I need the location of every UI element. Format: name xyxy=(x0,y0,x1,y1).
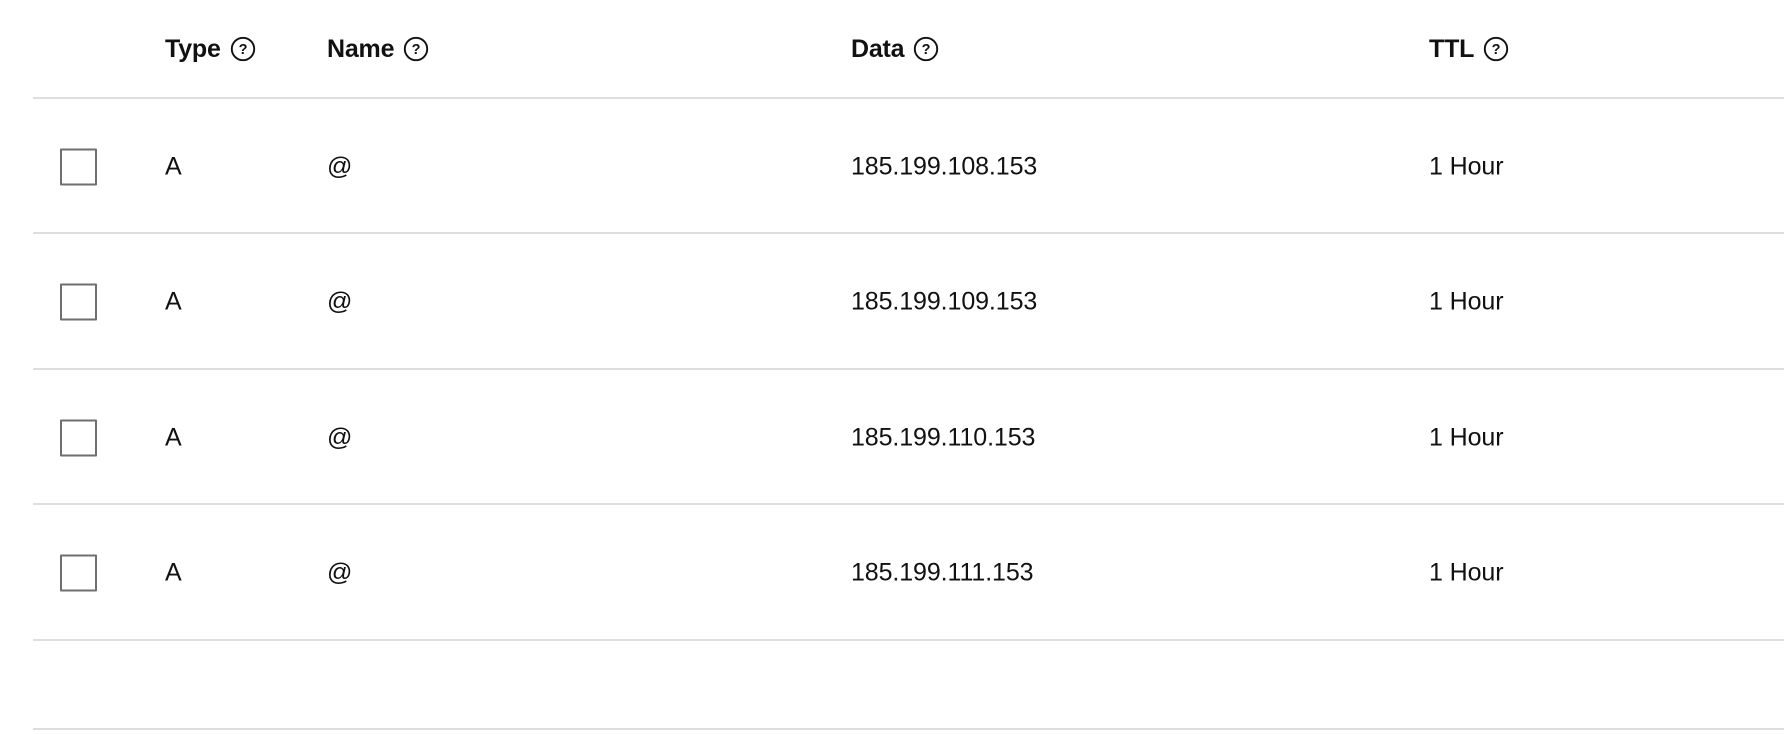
cell-type: A xyxy=(165,287,182,315)
cell-name: @ xyxy=(327,287,353,315)
cell-data: 185.199.109.153 xyxy=(851,287,1038,315)
table-header-row: Type ? Name ? Data ? TTL ? xyxy=(0,0,1784,98)
column-header-name[interactable]: Name ? xyxy=(327,36,429,62)
table-row[interactable]: A @ 185.199.111.153 1 Hour xyxy=(0,505,1784,640)
svg-text:?: ? xyxy=(238,42,247,58)
svg-text:?: ? xyxy=(412,42,421,58)
column-header-data-label: Data xyxy=(851,34,905,63)
table-header: Type ? Name ? Data ? TTL ? xyxy=(0,0,1784,98)
row-select-checkbox-cell[interactable] xyxy=(60,148,97,185)
table-row[interactable]: A @ 185.199.109.153 1 Hour xyxy=(0,234,1784,369)
table-bottom-divider xyxy=(33,728,1784,730)
cell-type: A xyxy=(165,423,182,451)
row-select-checkbox[interactable] xyxy=(60,148,97,185)
svg-text:?: ? xyxy=(1492,42,1501,58)
cell-name: @ xyxy=(327,558,353,586)
cell-name: @ xyxy=(327,152,353,180)
help-circle-icon-ttl[interactable]: ? xyxy=(1483,36,1509,62)
table-row[interactable]: A @ 185.199.110.153 1 Hour xyxy=(0,370,1784,505)
row-select-checkbox[interactable] xyxy=(60,554,97,591)
row-select-checkbox[interactable] xyxy=(60,419,97,456)
help-circle-icon-type[interactable]: ? xyxy=(230,36,256,62)
cell-ttl: 1 Hour xyxy=(1429,152,1504,180)
help-circle-icon-name[interactable]: ? xyxy=(403,36,429,62)
cell-data: 185.199.111.153 xyxy=(851,558,1034,586)
column-header-type-label: Type xyxy=(165,34,221,63)
cell-data: 185.199.108.153 xyxy=(851,152,1038,180)
column-header-data[interactable]: Data ? xyxy=(851,36,939,62)
row-divider xyxy=(33,639,1784,641)
cell-ttl: 1 Hour xyxy=(1429,423,1504,451)
cell-name: @ xyxy=(327,423,353,451)
cell-ttl: 1 Hour xyxy=(1429,558,1504,586)
dns-records-table: Type ? Name ? Data ? TTL ? A @ 185.199.1… xyxy=(0,0,1784,734)
cell-type: A xyxy=(165,558,182,586)
column-header-ttl-label: TTL xyxy=(1429,34,1475,63)
column-header-ttl[interactable]: TTL ? xyxy=(1429,36,1509,62)
cell-type: A xyxy=(165,152,182,180)
cell-ttl: 1 Hour xyxy=(1429,287,1504,315)
row-select-checkbox-cell[interactable] xyxy=(60,283,97,320)
column-header-name-label: Name xyxy=(327,34,395,63)
row-select-checkbox-cell[interactable] xyxy=(60,554,97,591)
column-header-type[interactable]: Type ? xyxy=(165,36,256,62)
cell-data: 185.199.110.153 xyxy=(851,423,1036,451)
svg-text:?: ? xyxy=(922,42,931,58)
help-circle-icon-data[interactable]: ? xyxy=(913,36,939,62)
table-row[interactable]: A @ 185.199.108.153 1 Hour xyxy=(0,99,1784,234)
row-select-checkbox-cell[interactable] xyxy=(60,419,97,456)
row-select-checkbox[interactable] xyxy=(60,283,97,320)
